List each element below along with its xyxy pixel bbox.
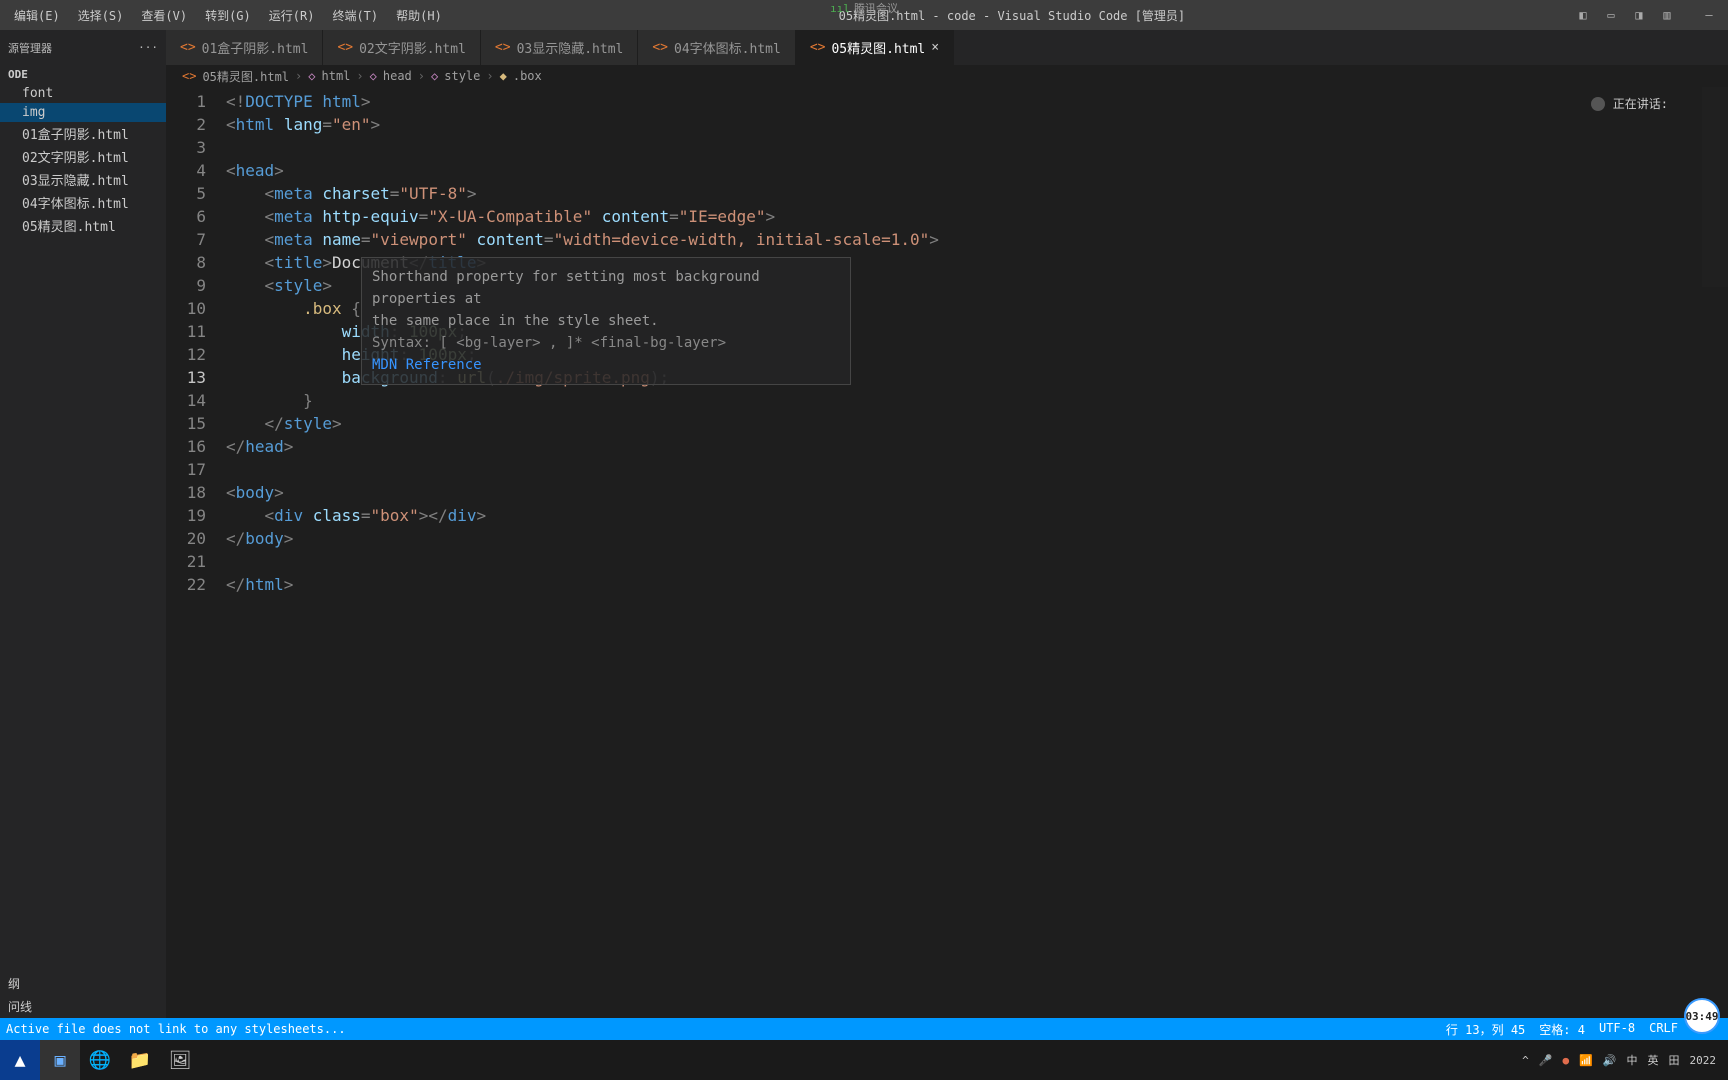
tab-label: 01盒子阴影.html [202, 38, 309, 57]
status-spaces[interactable]: 空格: 4 [1539, 1021, 1585, 1038]
tab-5[interactable]: <> 05精灵图.html × [796, 30, 954, 65]
layout-icon[interactable]: ▥ [1658, 8, 1676, 22]
status-bar[interactable]: Active file does not link to any stylesh… [0, 1018, 1728, 1040]
hover-text: the same place in the style sheet. [372, 310, 840, 332]
code-body[interactable]: <!DOCTYPE html><html lang="en"><head> <m… [226, 87, 1728, 1018]
folder-section[interactable]: ODE [0, 65, 166, 84]
tray-mic-icon[interactable]: 🎤 [1539, 1054, 1553, 1067]
tab-label: 04字体图标.html [674, 38, 781, 57]
tag-icon: ◇ [431, 69, 438, 83]
status-ln-col[interactable]: 行 13，列 45 [1446, 1021, 1525, 1038]
sidebar-item-file5[interactable]: 05精灵图.html [0, 214, 166, 237]
menu-help[interactable]: 帮助(H) [388, 3, 450, 28]
html-icon: <> [337, 40, 353, 55]
menu-terminal[interactable]: 终端(T) [324, 3, 386, 28]
taskbar-app-explorer[interactable]: 📁 [120, 1040, 160, 1080]
tab-4[interactable]: <> 04字体图标.html [638, 30, 795, 65]
menu-view[interactable]: 查看(V) [133, 3, 195, 28]
html-icon: <> [180, 40, 196, 55]
menu-run[interactable]: 运行(R) [261, 3, 323, 28]
meeting-overlay: ııl 腾讯会议 [830, 0, 898, 16]
meeting-timer[interactable]: 03:49 [1684, 998, 1720, 1034]
status-eol[interactable]: CRLF [1649, 1021, 1678, 1038]
tab-1[interactable]: <> 01盒子阴影.html [166, 30, 323, 65]
tab-2[interactable]: <> 02文字阴影.html [323, 30, 480, 65]
explorer-title: 源管理器 [8, 40, 52, 56]
hover-tooltip: Shorthand property for setting most back… [361, 257, 851, 385]
tray-ime[interactable]: 英 [1648, 1052, 1659, 1068]
sidebar-item-font[interactable]: font [0, 84, 166, 103]
layout-controls[interactable]: ◧ ▭ ◨ ▥ — [1574, 8, 1728, 22]
hover-text: Shorthand property for setting most back… [372, 266, 840, 310]
close-icon[interactable]: × [931, 40, 939, 55]
html-icon: <> [182, 69, 196, 83]
taskbar-app-meeting[interactable]: ▲ [0, 1040, 40, 1080]
status-encoding[interactable]: UTF-8 [1599, 1021, 1635, 1038]
outline-section[interactable]: 纲 [0, 972, 166, 995]
taskbar-app-photos[interactable]: 🖼 [160, 1040, 200, 1080]
tabs-row: <> 01盒子阴影.html <> 02文字阴影.html <> 03显示隐藏.htm… [166, 30, 1728, 65]
tab-label: 02文字阴影.html [359, 38, 466, 57]
taskbar-app-chrome[interactable]: 🌐 [80, 1040, 120, 1080]
panel-right-icon[interactable]: ◨ [1630, 8, 1648, 22]
menu-go[interactable]: 转到(G) [197, 3, 259, 28]
sidebar-item-img[interactable]: img [0, 103, 166, 122]
chevron-right-icon: › [418, 69, 425, 83]
minimize-icon[interactable]: — [1700, 8, 1718, 22]
html-icon: <> [810, 40, 826, 55]
tab-3[interactable]: <> 03显示隐藏.html [481, 30, 638, 65]
tray-date[interactable]: 2022 [1690, 1054, 1717, 1067]
tag-icon: ◇ [370, 69, 377, 83]
menu-bar[interactable]: 编辑(E) 选择(S) 查看(V) 转到(G) 运行(R) 终端(T) 帮助(H… [0, 3, 450, 28]
window-title: 05精灵图.html - code - Visual Studio Code [… [450, 7, 1574, 24]
line-gutter: 12345678910111213141516171819202122 [166, 87, 226, 1018]
panel-left-icon[interactable]: ◧ [1574, 8, 1592, 22]
bc-item[interactable]: html [322, 69, 351, 83]
code-editor[interactable]: 12345678910111213141516171819202122 <!DO… [166, 87, 1728, 1018]
tray-grid[interactable]: 田 [1669, 1052, 1680, 1068]
chevron-right-icon: › [295, 69, 302, 83]
tag-icon: ◇ [308, 69, 315, 83]
tray-volume-icon[interactable]: 🔊 [1603, 1054, 1617, 1067]
speaking-label: 正在讲话: [1613, 95, 1668, 112]
more-icon[interactable]: ··· [138, 41, 158, 54]
tray-user-icon[interactable]: ● [1562, 1054, 1569, 1067]
signal-icon: ııl [830, 2, 850, 15]
taskbar[interactable]: ▲ ▣ 🌐 📁 🖼 ^ 🎤 ● 📶 🔊 中 英 田 2022 [0, 1040, 1728, 1080]
minimap[interactable] [1702, 87, 1728, 287]
class-icon: ◆ [500, 69, 507, 83]
tab-label: 05精灵图.html [831, 38, 925, 57]
bc-item[interactable]: head [383, 69, 412, 83]
speaking-indicator: 正在讲话: [1591, 95, 1668, 112]
sidebar-item-file2[interactable]: 02文字阴影.html [0, 145, 166, 168]
hover-syntax: Syntax: [ <bg-layer> , ]* <final-bg-laye… [372, 332, 840, 354]
chevron-right-icon: › [486, 69, 493, 83]
menu-edit[interactable]: 编辑(E) [6, 3, 68, 28]
bc-item[interactable]: 05精灵图.html [202, 68, 289, 85]
sidebar-item-file1[interactable]: 01盒子阴影.html [0, 122, 166, 145]
bc-item[interactable]: .box [513, 69, 542, 83]
tray-lang[interactable]: 中 [1627, 1052, 1638, 1068]
bc-item[interactable]: style [444, 69, 480, 83]
html-icon: <> [495, 40, 511, 55]
html-icon: <> [652, 40, 668, 55]
meeting-label: 腾讯会议 [854, 0, 898, 16]
status-message[interactable]: Active file does not link to any stylesh… [0, 1022, 346, 1036]
chevron-right-icon: › [356, 69, 363, 83]
taskbar-app-window[interactable]: ▣ [40, 1040, 80, 1080]
tray-network-icon[interactable]: 📶 [1579, 1054, 1593, 1067]
timeline-section[interactable]: 问线 [0, 995, 166, 1018]
mic-icon [1591, 97, 1605, 111]
sidebar: 源管理器 ··· ODE font img 01盒子阴影.html 02文字阴影… [0, 30, 166, 1018]
tab-label: 03显示隐藏.html [517, 38, 624, 57]
panel-bottom-icon[interactable]: ▭ [1602, 8, 1620, 22]
breadcrumb[interactable]: <>05精灵图.html › ◇html › ◇head › ◇style › … [166, 65, 1728, 87]
sidebar-item-file4[interactable]: 04字体图标.html [0, 191, 166, 214]
menu-select[interactable]: 选择(S) [70, 3, 132, 28]
sidebar-item-file3[interactable]: 03显示隐藏.html [0, 168, 166, 191]
tray-chevron-icon[interactable]: ^ [1522, 1054, 1529, 1067]
hover-link[interactable]: MDN Reference [372, 354, 840, 376]
